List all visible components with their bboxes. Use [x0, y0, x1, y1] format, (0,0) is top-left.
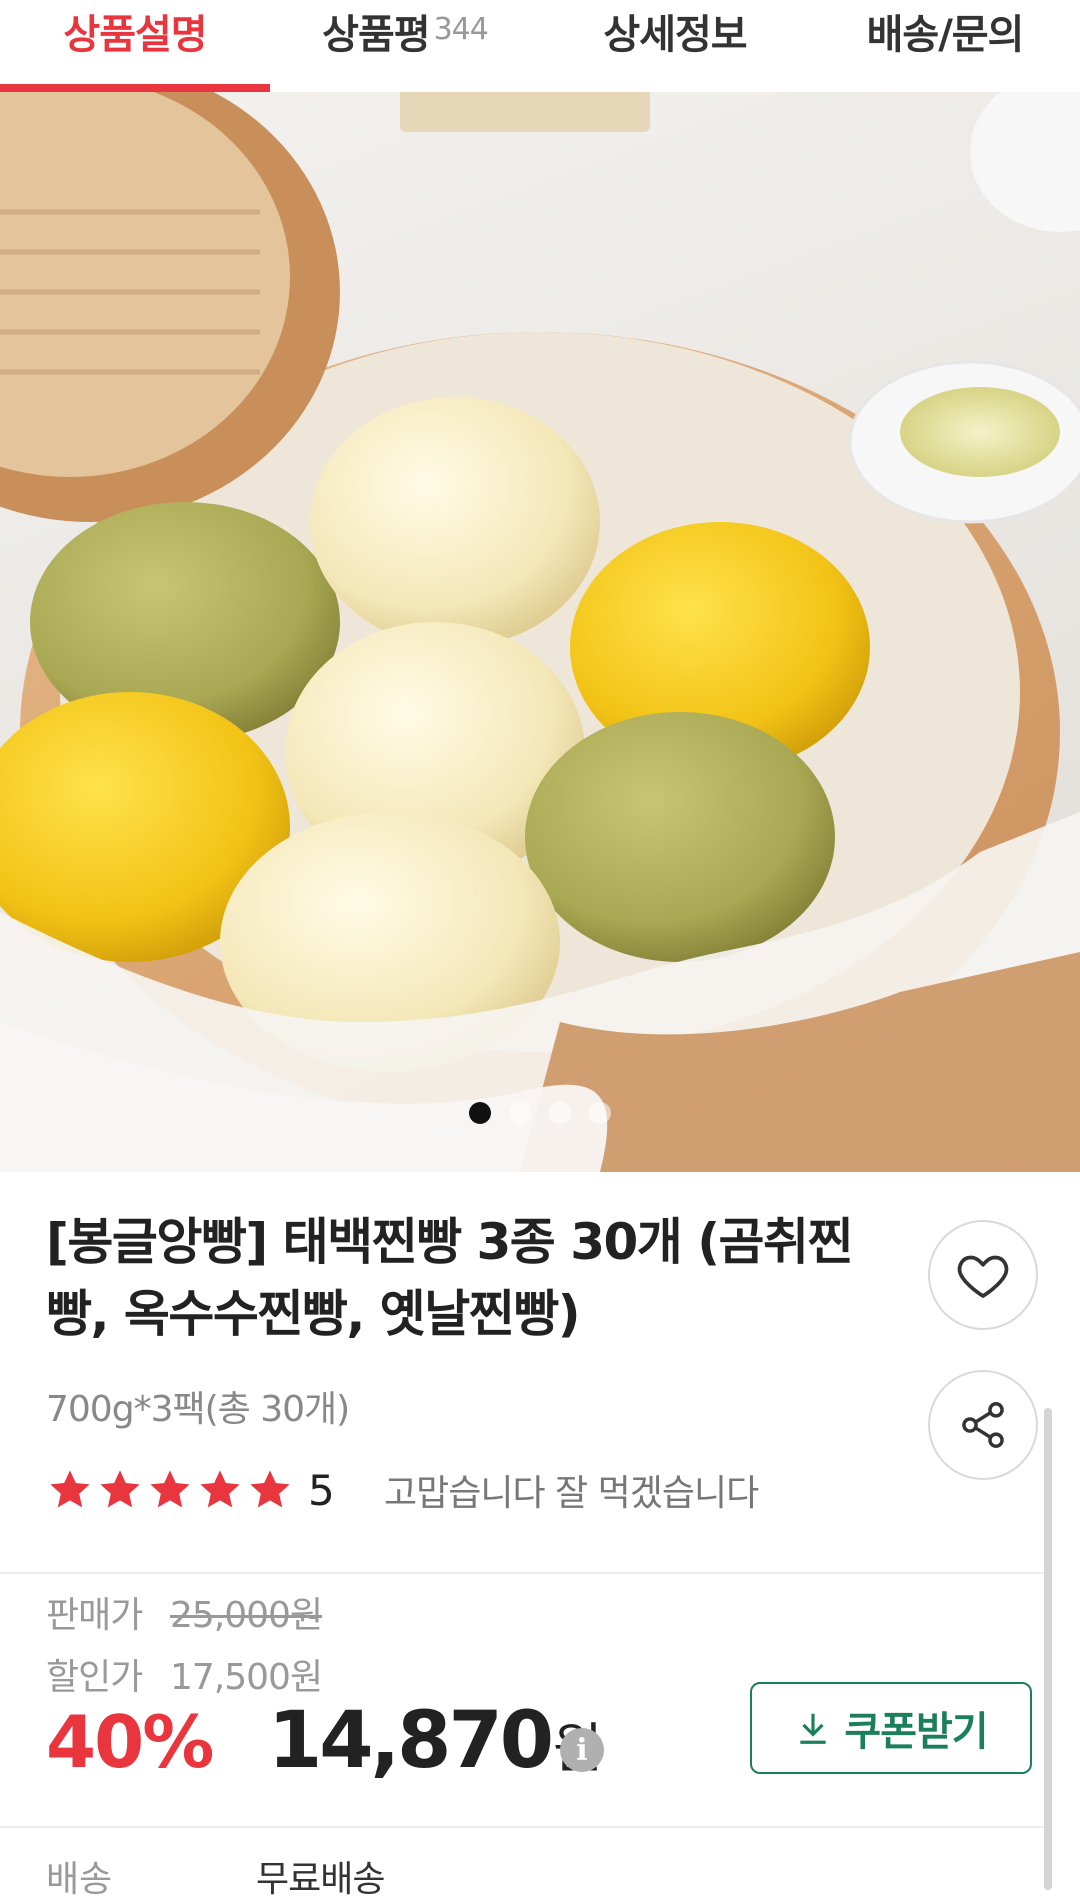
star-icon [200, 1470, 240, 1508]
final-price-amount: 14,870 [268, 1696, 554, 1786]
tab-label: 상품평 [322, 12, 430, 58]
product-image-carousel[interactable] [0, 92, 1080, 1172]
share-icon [962, 1402, 1004, 1448]
price-info-icon[interactable]: i [560, 1728, 604, 1772]
tab-shipping-inquiry[interactable]: 배송/문의 [810, 0, 1080, 92]
coupon-button-label: 쿠폰받기 [844, 1709, 988, 1755]
tab-label: 상세정보 [603, 12, 747, 58]
scrollbar[interactable] [1044, 1408, 1052, 1890]
star-icon [100, 1470, 140, 1508]
download-icon [800, 1713, 827, 1744]
product-title: [봉글앙빵] 태백찐빵 3종 30개 (곰취찐빵, 옥수수찐빵, 옛날찐빵) [46, 1213, 854, 1343]
sale-price-label: 판매가 [46, 1595, 143, 1636]
product-photo [0, 92, 1080, 1172]
tab-bar: 상품설명 상품평 344 상세정보 배송/문의 [0, 0, 1080, 92]
divider [0, 1826, 1044, 1828]
carousel-dot[interactable] [549, 1102, 571, 1124]
divider [0, 1572, 1044, 1574]
tab-product-description[interactable]: 상품설명 [0, 0, 270, 92]
product-subtitle: 700g*3팩(총 30개) [46, 1389, 350, 1430]
tab-reviews[interactable]: 상품평 344 [270, 0, 540, 92]
wishlist-button[interactable] [928, 1220, 1038, 1330]
tab-label: 상품설명 [63, 12, 207, 58]
review-count: 344 [433, 12, 489, 47]
rating-row[interactable]: 5 고맙습니다 잘 먹겠습니다 [46, 1462, 759, 1518]
discount-price: 17,500원 [170, 1657, 323, 1698]
star-icon [50, 1470, 90, 1508]
final-price: 14,870원 [268, 1696, 603, 1786]
tab-details[interactable]: 상세정보 [540, 0, 810, 92]
star-rating [46, 1466, 294, 1514]
coupon-download-button[interactable]: 쿠폰받기 [750, 1682, 1032, 1774]
discount-rate: 40% [46, 1700, 214, 1784]
share-button[interactable] [928, 1370, 1038, 1480]
rating-score: 5 [308, 1465, 335, 1515]
sale-price: 25,000원 [170, 1595, 323, 1636]
heart-icon [957, 1255, 1009, 1298]
tab-label: 배송/문의 [866, 12, 1025, 58]
discount-price-label: 할인가 [46, 1657, 143, 1698]
shipping-value: 무료배송 [256, 1859, 385, 1900]
review-snippet: 고맙습니다 잘 먹겠습니다 [384, 1473, 759, 1514]
shipping-label: 배송 [46, 1859, 113, 1900]
carousel-indicator [0, 1102, 1080, 1124]
star-icon [250, 1470, 290, 1508]
carousel-dot[interactable] [469, 1102, 491, 1124]
carousel-dot[interactable] [589, 1102, 611, 1124]
carousel-dot[interactable] [509, 1102, 531, 1124]
star-icon [150, 1470, 190, 1508]
